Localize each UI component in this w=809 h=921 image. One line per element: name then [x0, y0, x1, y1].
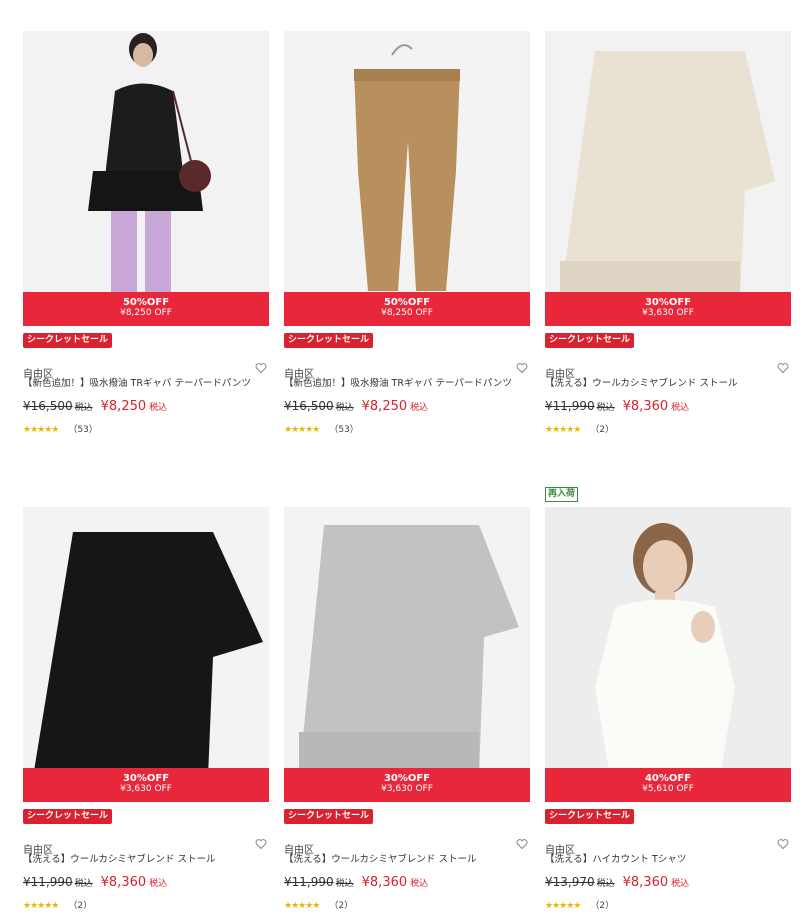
heart-icon[interactable] [516, 838, 528, 850]
secret-sale-badge: シークレットセール [545, 333, 635, 348]
discount-percent: 50%OFF [122, 297, 170, 308]
sale-price: ¥8,250 [100, 399, 147, 414]
heart-icon[interactable] [255, 362, 267, 374]
product-card[interactable]: 40%OFF ¥5,610 OFF シークレットセール 自由区 【洗える】ハイカ… [545, 507, 791, 912]
restock-badge: 再入荷 [545, 487, 579, 502]
secret-sale-badge: シークレットセール [284, 809, 374, 824]
original-price: ¥11,990 [23, 875, 73, 889]
sale-price: ¥8,360 [622, 875, 669, 890]
discount-banner: 30%OFF ¥3,630 OFF [545, 292, 791, 326]
original-price: ¥16,500 [284, 399, 334, 413]
product-card[interactable]: 30%OFF ¥3,630 OFF シークレットセール 自由区 【洗える】ウール… [23, 507, 269, 912]
sale-tax-label: 税込 [410, 879, 429, 889]
discount-percent: 50%OFF [383, 297, 431, 308]
sale-tax-label: 税込 [149, 879, 168, 889]
sale-tax-label: 税込 [149, 403, 168, 413]
heart-icon[interactable] [777, 362, 789, 374]
rating-stars-icon: ★★★★★ [284, 901, 320, 911]
discount-percent: 30%OFF [383, 773, 431, 784]
product-image[interactable]: 30%OFF ¥3,630 OFF [284, 507, 530, 802]
secret-sale-badge: シークレットセール [284, 333, 374, 348]
discount-amount: ¥5,610 OFF [642, 784, 694, 794]
rating-stars-icon: ★★★★★ [23, 901, 59, 911]
rating-stars-icon: ★★★★★ [284, 425, 320, 435]
review-count: （53） [68, 425, 98, 435]
product-image[interactable]: 50%OFF ¥8,250 OFF [23, 31, 269, 326]
product-name[interactable]: 【新色追加！】吸水撥油 TRギャバ テーパードパンツ [23, 377, 269, 391]
product-card[interactable]: 50%OFF ¥8,250 OFF シークレットセール 自由区 【新色追加！】吸… [284, 31, 530, 436]
discount-percent: 30%OFF [644, 297, 692, 308]
discount-banner: 50%OFF ¥8,250 OFF [23, 292, 269, 326]
sale-tax-label: 税込 [671, 403, 690, 413]
secret-sale-badge: シークレットセール [545, 809, 635, 824]
sale-price: ¥8,360 [100, 875, 147, 890]
product-card[interactable]: 50%OFF ¥8,250 OFF シークレットセール 自由区 【新色追加！】吸… [23, 31, 269, 436]
product-name[interactable]: 【新色追加！】吸水撥油 TRギャバ テーパードパンツ [284, 377, 530, 391]
product-name[interactable]: 【洗える】ウールカシミヤブレンド ストール [23, 853, 269, 867]
brand-name: 自由区 [545, 845, 575, 856]
discount-percent: 30%OFF [122, 773, 170, 784]
tax-label: 税込 [596, 879, 615, 889]
heart-icon[interactable] [516, 362, 528, 374]
original-price: ¥11,990 [545, 399, 595, 413]
discount-banner: 50%OFF ¥8,250 OFF [284, 292, 530, 326]
discount-banner: 30%OFF ¥3,630 OFF [284, 768, 530, 802]
rating-stars-icon: ★★★★★ [545, 901, 581, 911]
product-image[interactable]: 30%OFF ¥3,630 OFF [545, 31, 791, 326]
review-count: （2） [329, 901, 354, 911]
brand-name: 自由区 [284, 369, 314, 380]
tax-label: 税込 [74, 403, 93, 413]
discount-amount: ¥3,630 OFF [120, 784, 172, 794]
rating-stars-icon: ★★★★★ [23, 425, 59, 435]
tax-label: 税込 [335, 403, 354, 413]
brand-name: 自由区 [545, 369, 575, 380]
review-count: （53） [329, 425, 359, 435]
original-price: ¥13,970 [545, 875, 595, 889]
product-name[interactable]: 【洗える】ハイカウント Tシャツ [545, 853, 791, 867]
discount-amount: ¥3,630 OFF [642, 308, 694, 318]
product-card[interactable]: 30%OFF ¥3,630 OFF シークレットセール 自由区 【洗える】ウール… [284, 507, 530, 912]
product-image[interactable]: 40%OFF ¥5,610 OFF [545, 507, 791, 802]
tax-label: 税込 [74, 879, 93, 889]
product-name[interactable]: 【洗える】ウールカシミヤブレンド ストール [284, 853, 530, 867]
tax-label: 税込 [596, 403, 615, 413]
discount-banner: 40%OFF ¥5,610 OFF [545, 768, 791, 802]
original-price: ¥11,990 [284, 875, 334, 889]
discount-amount: ¥3,630 OFF [381, 784, 433, 794]
sale-price: ¥8,360 [361, 875, 408, 890]
product-card[interactable]: 30%OFF ¥3,630 OFF シークレットセール 自由区 【洗える】ウール… [545, 31, 791, 436]
review-count: （2） [590, 425, 615, 435]
discount-percent: 40%OFF [644, 773, 692, 784]
sale-tax-label: 税込 [671, 879, 690, 889]
heart-icon[interactable] [777, 838, 789, 850]
brand-name: 自由区 [284, 845, 314, 856]
secret-sale-badge: シークレットセール [23, 809, 113, 824]
secret-sale-badge: シークレットセール [23, 333, 113, 348]
sale-price: ¥8,250 [361, 399, 408, 414]
review-count: （2） [68, 901, 93, 911]
discount-amount: ¥8,250 OFF [120, 308, 172, 318]
rating-stars-icon: ★★★★★ [545, 425, 581, 435]
product-image[interactable]: 30%OFF ¥3,630 OFF [23, 507, 269, 802]
product-image[interactable]: 50%OFF ¥8,250 OFF [284, 31, 530, 326]
review-count: （2） [590, 901, 615, 911]
product-name[interactable]: 【洗える】ウールカシミヤブレンド ストール [545, 377, 791, 391]
discount-amount: ¥8,250 OFF [381, 308, 433, 318]
sale-tax-label: 税込 [410, 403, 429, 413]
tax-label: 税込 [335, 879, 354, 889]
discount-banner: 30%OFF ¥3,630 OFF [23, 768, 269, 802]
brand-name: 自由区 [23, 845, 53, 856]
original-price: ¥16,500 [23, 399, 73, 413]
sale-price: ¥8,360 [622, 399, 669, 414]
heart-icon[interactable] [255, 838, 267, 850]
brand-name: 自由区 [23, 369, 53, 380]
